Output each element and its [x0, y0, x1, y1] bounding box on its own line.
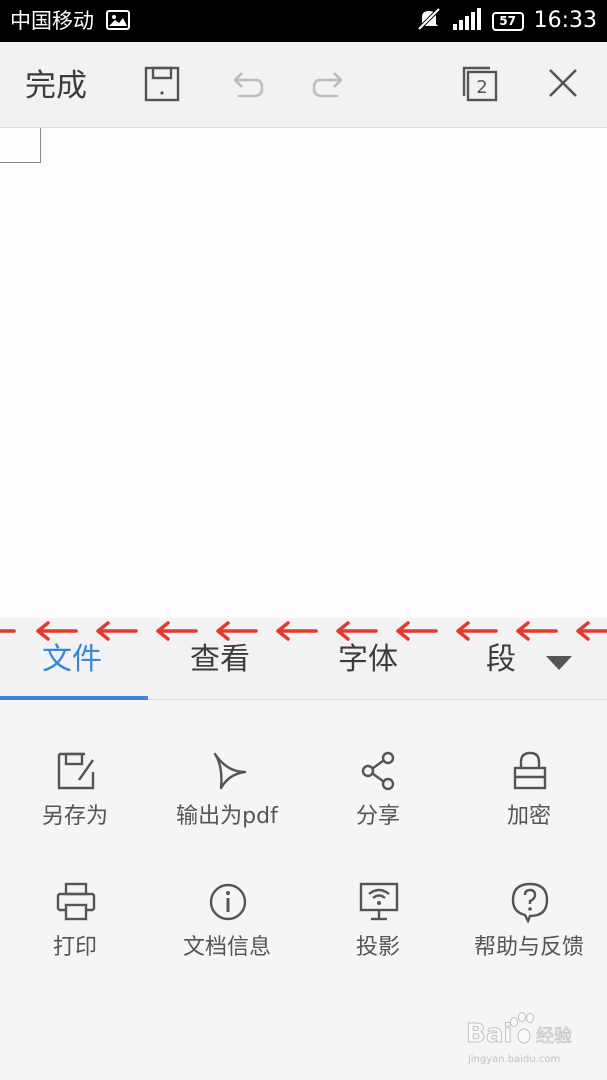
- close-icon[interactable]: [543, 62, 583, 106]
- menu-item-encrypt[interactable]: 加密: [454, 750, 604, 860]
- info-icon: [207, 881, 249, 923]
- tabs-dropdown-icon[interactable]: [546, 656, 572, 670]
- lock-icon: [509, 750, 551, 792]
- page-margin-marker: [0, 128, 41, 163]
- document-canvas[interactable]: [0, 128, 607, 618]
- menu-item-save-as[interactable]: 另存为: [0, 750, 150, 860]
- battery-icon: 57: [491, 11, 524, 31]
- menu-item-label: 帮助与反馈: [473, 935, 584, 960]
- tab-switch-icon[interactable]: 2: [460, 62, 500, 106]
- active-tab-indicator: [0, 696, 148, 700]
- export-pdf-icon: [207, 750, 249, 792]
- mute-icon: [416, 7, 442, 35]
- tab-font[interactable]: 字体: [338, 640, 398, 680]
- status-right: 57 16:33: [416, 7, 597, 35]
- carrier-label: 中国移动: [10, 9, 94, 33]
- undo-icon[interactable]: [226, 62, 266, 106]
- watermark-url: jingyan.baidu.com: [467, 1054, 560, 1065]
- tab-file[interactable]: 文件: [42, 640, 102, 680]
- tab-count: 2: [476, 77, 487, 98]
- save-as-icon: [55, 750, 97, 792]
- menu-item-export-pdf[interactable]: 输出为pdf: [152, 750, 302, 860]
- tab-view[interactable]: 查看: [190, 640, 250, 680]
- tab-paragraph[interactable]: 段: [486, 640, 516, 680]
- signal-icon: [452, 8, 482, 34]
- menu-item-doc-info[interactable]: 文档信息: [152, 881, 302, 991]
- menu-item-projection[interactable]: 投影: [303, 881, 453, 991]
- done-button[interactable]: 完成: [25, 66, 87, 106]
- share-icon: [358, 750, 400, 792]
- swipe-annotation-arrows: [0, 621, 607, 641]
- redo-icon[interactable]: [310, 62, 350, 106]
- printer-icon: [55, 881, 97, 923]
- status-bar: 中国移动 57 16:33: [0, 0, 607, 42]
- baidu-jingyan-watermark: Bai 经验 jingyan.baidu.com: [466, 1012, 572, 1065]
- image-notification-icon: [106, 10, 130, 30]
- clock: 16:33: [533, 8, 597, 33]
- projection-icon: [358, 881, 400, 923]
- svg-text:Bai: Bai: [466, 1019, 512, 1049]
- save-icon[interactable]: [142, 62, 182, 106]
- menu-item-help-feedback[interactable]: 帮助与反馈: [454, 881, 604, 991]
- svg-text:经验: 经验: [536, 1026, 572, 1047]
- menu-item-label: 加密: [506, 804, 551, 829]
- menu-item-print[interactable]: 打印: [0, 881, 150, 991]
- editor-toolbar: 完成 2: [0, 42, 607, 128]
- menu-item-share[interactable]: 分享: [303, 750, 453, 860]
- help-icon: [509, 881, 551, 924]
